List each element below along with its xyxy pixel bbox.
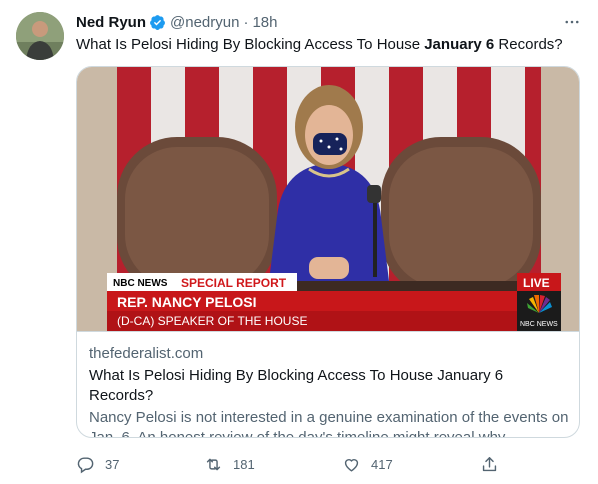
tweet[interactable]: Ned Ryun @nedryun · 18h What Is Pelosi H… xyxy=(0,0,598,484)
retweet-icon xyxy=(206,458,221,470)
card-description: Nancy Pelosi is not interested in a genu… xyxy=(89,409,569,438)
card-domain: thefederalist.com xyxy=(89,345,204,362)
reply-icon xyxy=(77,456,94,473)
network-logo-text: NBC NEWS xyxy=(113,278,168,289)
like-count: 417 xyxy=(371,456,393,472)
special-report-text: SPECIAL REPORT xyxy=(181,276,287,290)
like-button[interactable]: 417 xyxy=(342,450,393,478)
corner-bug-text: NBC NEWS xyxy=(520,321,558,328)
share-button[interactable] xyxy=(480,450,499,478)
more-icon[interactable] xyxy=(560,12,584,32)
lower-third-name: REP. NANCY PELOSI xyxy=(117,294,257,310)
tweet-header: Ned Ryun @nedryun · 18h xyxy=(76,12,277,32)
timestamp[interactable]: 18h xyxy=(252,14,277,31)
tweet-text: What Is Pelosi Hiding By Blocking Access… xyxy=(76,35,563,55)
retweet-count: 181 xyxy=(233,456,255,472)
live-badge: LIVE xyxy=(523,276,550,290)
link-card[interactable]: NBC NEWS SPECIAL REPORT REP. NANCY PELOS… xyxy=(76,66,580,438)
lower-third-title: (D-CA) SPEAKER OF THE HOUSE xyxy=(117,314,307,328)
author-name[interactable]: Ned Ryun xyxy=(76,14,146,31)
tweet-text-bold: January 6 xyxy=(424,36,495,53)
verified-icon xyxy=(149,14,166,31)
reply-button[interactable]: 37 xyxy=(76,450,119,478)
retweet-button[interactable]: 181 xyxy=(204,450,255,478)
reply-count: 37 xyxy=(105,456,120,472)
action-bar: 37 181 417 xyxy=(72,450,512,478)
tweet-text-end: Records? xyxy=(494,36,563,53)
card-title: What Is Pelosi Hiding By Blocking Access… xyxy=(89,367,504,404)
card-image[interactable]: NBC NEWS SPECIAL REPORT REP. NANCY PELOS… xyxy=(77,67,579,331)
card-body[interactable]: thefederalist.com What Is Pelosi Hiding … xyxy=(77,331,579,437)
avatar[interactable] xyxy=(16,12,64,60)
like-icon xyxy=(344,458,359,472)
separator-dot: · xyxy=(243,13,249,31)
author-handle[interactable]: @nedryun xyxy=(170,14,239,31)
share-icon xyxy=(482,456,497,471)
tweet-text-start: What Is Pelosi Hiding By Blocking Access… xyxy=(76,36,425,53)
